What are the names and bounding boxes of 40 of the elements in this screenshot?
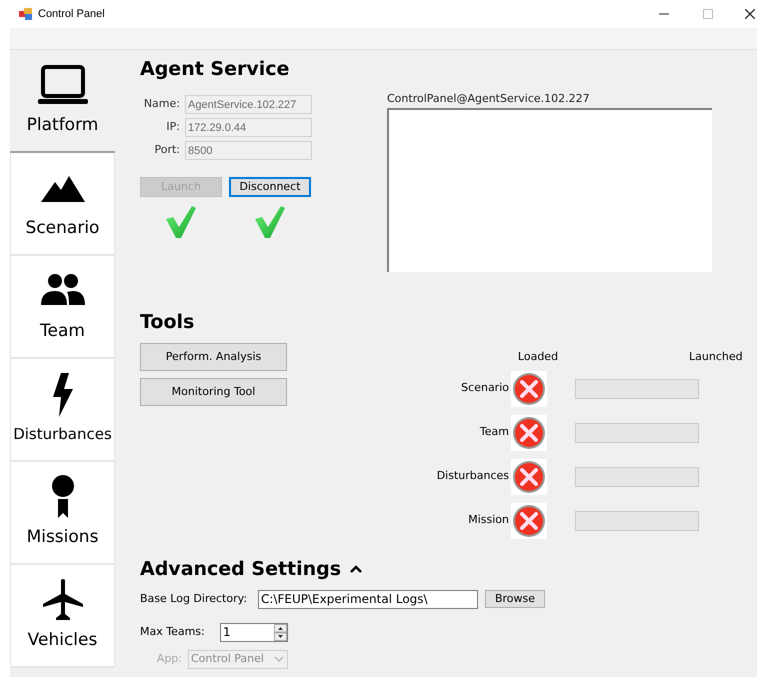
close-icon[interactable] [745,9,755,19]
error-icon [511,370,547,406]
window-title: Control Panel [38,6,105,22]
browse-button[interactable]: Browse [485,590,545,608]
check-icon [165,205,197,239]
error-icon [511,502,547,538]
number-spinner[interactable]: 1 [220,622,288,642]
action-button[interactable]: Disconnect [229,177,311,197]
column-header: Launched [689,349,743,365]
row-label: Disturbances [436,468,510,484]
section-heading: Tools [140,310,196,334]
row-label: Team [478,424,510,440]
chevron-icon[interactable] [349,564,364,574]
laptop-icon [36,62,88,107]
sidebar-tab[interactable]: Missions [10,462,115,565]
error-icon [511,458,547,494]
tool-button[interactable]: Monitoring Tool [140,378,287,406]
row-label: Scenario [460,380,510,396]
field-label: Port: [153,142,180,158]
spinner-arrows-icon[interactable] [274,624,287,640]
error-icon [511,414,547,450]
sidebar-tab[interactable]: Vehicles [10,565,115,668]
column-header: Loaded [516,349,560,365]
row-label: Mission [467,512,510,528]
section-heading: Advanced Settings [140,556,342,580]
tool-button[interactable]: Perform. Analysis [140,343,287,371]
field-label: Max Teams: [140,624,206,640]
field-label: Base Log Directory: [140,590,248,607]
sidebar-tab[interactable]: Disturbances [10,359,115,462]
sidebar-tab[interactable]: Scenario [10,153,115,256]
caret-icon [274,656,284,662]
log-label: ControlPanel@AgentService.102.227 [387,92,591,106]
directory-field[interactable]: C:\FEUP\Experimental Logs\ [258,590,478,608]
field-label: IP: [165,119,180,136]
app-icon [19,8,32,20]
check-icon [254,205,286,239]
field-label: App: [156,650,183,667]
field-label: Name: [142,96,180,112]
section-heading: Agent Service [140,57,290,81]
sidebar-tab[interactable]: Team [10,256,115,359]
